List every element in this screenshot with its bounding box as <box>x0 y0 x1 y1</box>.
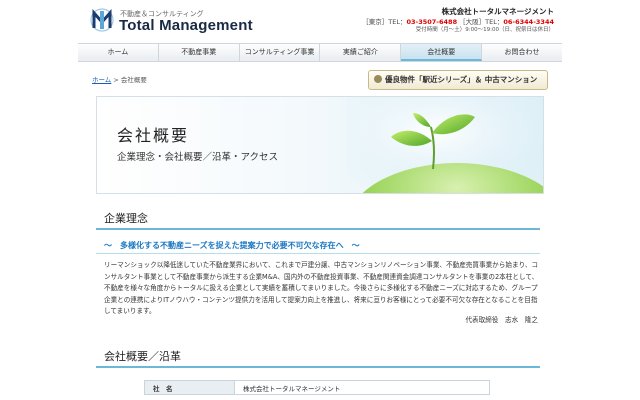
hero-banner: 会社概要 企業理念・会社概要／沿革・アクセス <box>96 96 544 194</box>
site-header: 不動産＆コンサルティング Total Management 株式会社トータルマネ… <box>0 0 640 42</box>
nav-item-contact[interactable]: お問合わせ <box>482 44 562 61</box>
breadcrumb-home-link[interactable]: ホーム <box>92 76 111 84</box>
philosophy-tagline: 〜 多様化する不動産ニーズを捉えた提案力で必要不可欠な存在へ 〜 <box>104 241 360 250</box>
business-hours: 受付時間（月〜土）9:00〜19:00（日、祝祭日は休日） <box>415 27 554 33</box>
overview-divider <box>96 366 540 368</box>
tagline-divider <box>96 253 540 254</box>
breadcrumb-current: > 会社概要 <box>113 76 147 84</box>
breadcrumb: ホーム > 会社概要 <box>92 74 147 84</box>
main-nav: ホーム 不動産事業 コンサルティング事業 実績ご紹介 会社概要 お問合わせ <box>78 43 562 62</box>
representative-signature: 代表取締役 志水 隆之 <box>465 316 538 324</box>
row-label: 社 名 <box>144 380 235 395</box>
banner-text: 優良物件「駅近シリーズ」＆ 中古マンション <box>385 75 538 84</box>
philosophy-body: リーマンショック以降低迷していた不動産業界において、これまで戸建分譲、中古マンシ… <box>104 261 539 315</box>
philosophy-heading: 企業理念 <box>104 212 148 225</box>
nav-item-company[interactable]: 会社概要 <box>401 44 483 61</box>
company-info-table: 社 名 株式会社トータルマネージメント <box>144 380 490 395</box>
nav-item-home[interactable]: ホーム <box>78 44 159 61</box>
overview-heading: 会社概要／沿革 <box>104 350 181 363</box>
row-value: 株式会社トータルマネージメント <box>234 380 490 395</box>
table-row: 社 名 株式会社トータルマネージメント <box>144 380 490 395</box>
nav-item-consulting[interactable]: コンサルティング事業 <box>240 44 321 61</box>
nav-item-results[interactable]: 実績ご紹介 <box>320 44 402 61</box>
philosophy-divider <box>96 228 540 230</box>
tokyo-tel-label: ［東京］TEL： <box>362 18 407 26</box>
hero-subtitle: 企業理念・会社概要／沿革・アクセス <box>117 152 279 163</box>
medal-icon <box>374 75 382 83</box>
logo-title[interactable]: Total Management <box>119 17 253 34</box>
company-logo-icon[interactable] <box>90 8 114 34</box>
featured-property-banner[interactable]: 優良物件「駅近シリーズ」＆ 中古マンション <box>368 70 548 90</box>
sprout-illustration-icon <box>347 97 543 193</box>
nav-item-real-estate[interactable]: 不動産事業 <box>159 44 240 61</box>
hero-title: 会社概要 <box>117 126 190 145</box>
